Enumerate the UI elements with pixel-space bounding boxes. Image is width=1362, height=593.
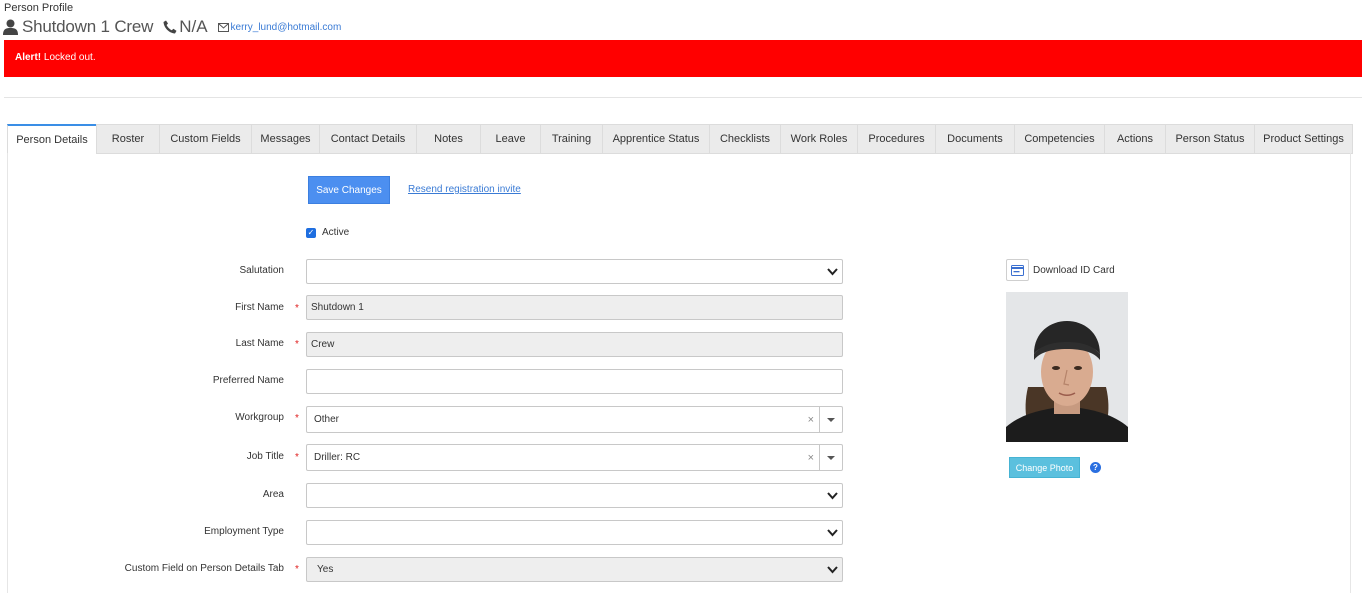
- chevron-down-icon: [827, 529, 838, 537]
- combo-divider: [819, 407, 820, 432]
- tab-bar: Person Details Roster Custom Fields Mess…: [7, 124, 1353, 154]
- preferred-name-field[interactable]: [306, 369, 843, 394]
- required-marker: *: [295, 413, 299, 424]
- custom-field-value: Yes: [317, 564, 334, 575]
- clear-icon[interactable]: ×: [808, 452, 814, 464]
- workgroup-value: Other: [314, 414, 340, 425]
- caret-down-icon[interactable]: [827, 418, 835, 422]
- last-name-label: Last Name: [235, 338, 284, 349]
- id-card-icon: [1011, 264, 1024, 276]
- download-id-card-button[interactable]: [1006, 259, 1029, 281]
- tab-procedures[interactable]: Procedures: [857, 124, 935, 154]
- tab-leave[interactable]: Leave: [480, 124, 540, 154]
- email-link[interactable]: kerry_lund@hotmail.com: [231, 22, 342, 33]
- tab-product-settings[interactable]: Product Settings: [1254, 124, 1353, 154]
- tab-notes[interactable]: Notes: [416, 124, 480, 154]
- tab-roster[interactable]: Roster: [96, 124, 159, 154]
- tab-training[interactable]: Training: [540, 124, 602, 154]
- caret-down-icon[interactable]: [827, 456, 835, 460]
- area-label: Area: [262, 489, 284, 500]
- job-title-combobox[interactable]: Driller: RC ×: [306, 444, 843, 471]
- tab-competencies[interactable]: Competencies: [1014, 124, 1104, 154]
- chevron-down-icon: [827, 268, 838, 276]
- chevron-down-icon: [827, 566, 838, 574]
- required-marker: *: [295, 452, 299, 463]
- profile-photo: [1006, 292, 1128, 442]
- combo-divider: [819, 445, 820, 470]
- alert-banner: Alert! Locked out.: [4, 40, 1362, 77]
- profile-portrait: [1006, 292, 1128, 442]
- preferred-name-label: Preferred Name: [212, 375, 284, 386]
- download-id-card-label[interactable]: Download ID Card: [1033, 265, 1115, 276]
- last-name-field[interactable]: Crew: [306, 332, 843, 357]
- alert-message: Locked out.: [41, 52, 96, 63]
- phone-icon: [163, 20, 177, 34]
- tab-person-details[interactable]: Person Details: [7, 124, 96, 154]
- area-select[interactable]: [306, 483, 843, 508]
- employment-type-label: Employment Type: [204, 526, 284, 537]
- employment-type-select[interactable]: [306, 520, 843, 545]
- tab-custom-fields[interactable]: Custom Fields: [159, 124, 251, 154]
- required-marker: *: [295, 564, 299, 575]
- job-title-value: Driller: RC: [314, 452, 361, 463]
- help-icon[interactable]: ?: [1090, 462, 1101, 473]
- resend-invite-link[interactable]: Resend registration invite: [408, 184, 521, 195]
- person-phone: N/A: [179, 17, 208, 36]
- divider: [4, 97, 1362, 98]
- first-name-field[interactable]: Shutdown 1: [306, 295, 843, 320]
- tab-actions[interactable]: Actions: [1104, 124, 1165, 154]
- workgroup-combobox[interactable]: Other ×: [306, 406, 843, 433]
- required-marker: *: [295, 339, 299, 350]
- active-checkbox[interactable]: ✓: [306, 228, 316, 238]
- tab-checklists[interactable]: Checklists: [709, 124, 780, 154]
- tab-person-status[interactable]: Person Status: [1165, 124, 1254, 154]
- person-name: Shutdown 1 Crew: [22, 17, 154, 36]
- person-header: Shutdown 1 Crew N/A kerry_lund@hotmail.c…: [3, 16, 341, 38]
- tab-work-roles[interactable]: Work Roles: [780, 124, 857, 154]
- tab-contact-details[interactable]: Contact Details: [319, 124, 416, 154]
- page-label: Person Profile: [4, 2, 74, 14]
- chevron-down-icon: [827, 492, 838, 500]
- clear-icon[interactable]: ×: [808, 414, 814, 426]
- save-changes-button[interactable]: Save Changes: [308, 176, 390, 204]
- custom-field-label: Custom Field on Person Details Tab: [124, 563, 284, 574]
- tab-documents[interactable]: Documents: [935, 124, 1014, 154]
- workgroup-label: Workgroup: [235, 412, 284, 423]
- required-marker: *: [295, 303, 299, 314]
- alert-title: Alert!: [15, 52, 42, 63]
- tab-apprentice-status[interactable]: Apprentice Status: [602, 124, 709, 154]
- active-label: Active: [322, 227, 350, 238]
- salutation-select[interactable]: [306, 259, 843, 284]
- salutation-label: Salutation: [239, 265, 284, 276]
- job-title-label: Job Title: [246, 451, 284, 462]
- change-photo-button[interactable]: Change Photo: [1009, 457, 1080, 478]
- first-name-label: First Name: [235, 302, 284, 313]
- user-icon: [3, 19, 18, 35]
- custom-field-select[interactable]: Yes: [306, 557, 843, 582]
- envelope-icon: [217, 22, 229, 32]
- tab-messages[interactable]: Messages: [251, 124, 319, 154]
